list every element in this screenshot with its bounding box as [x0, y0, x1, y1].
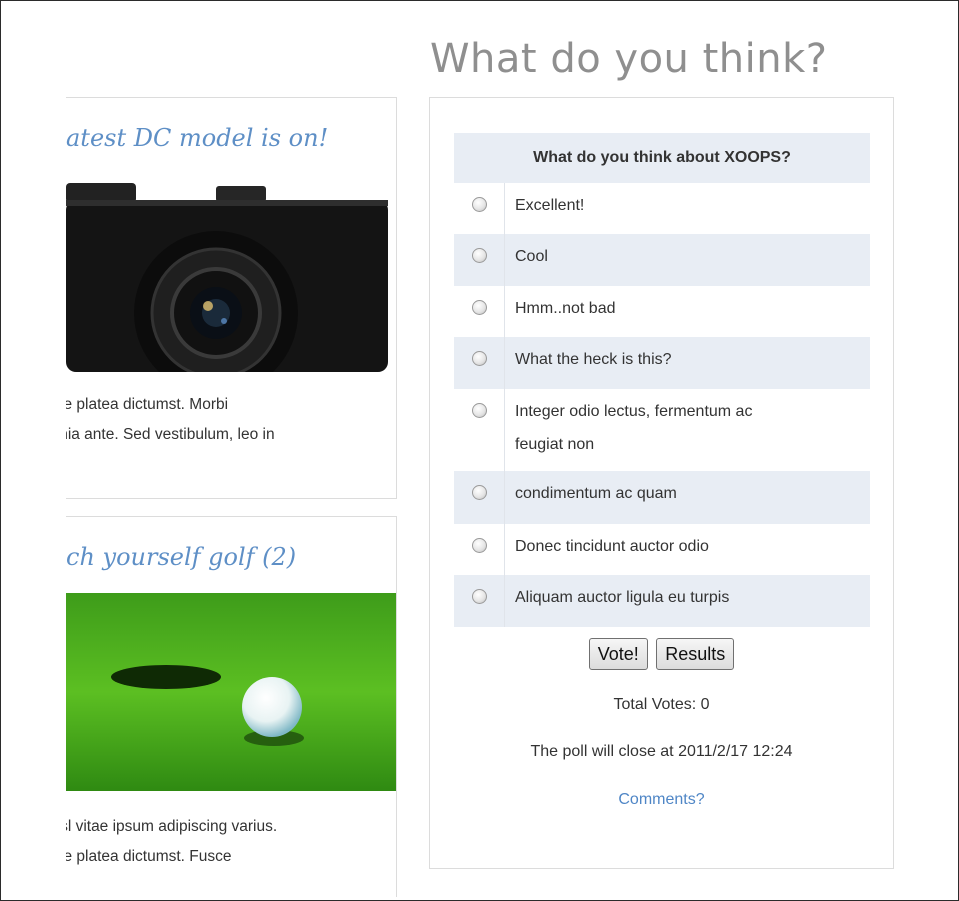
poll-option-label-line[interactable]: Integer odio lectus, fermentum ac [515, 395, 860, 428]
poll-option-label[interactable]: condimentum ac quam [515, 477, 860, 510]
poll-option-label[interactable]: Excellent! [515, 189, 860, 222]
poll-option[interactable]: Aliquam auctor ligula eu turpis [454, 575, 870, 627]
poll-option[interactable]: Integer odio lectus, fermentum ac feugiat… [454, 389, 870, 471]
poll-option-radio[interactable] [471, 248, 487, 263]
poll-option-label-line[interactable]: feugiat non [515, 428, 860, 461]
poll-option[interactable]: Excellent! [454, 183, 870, 234]
poll-option-label[interactable]: What the heck is this? [515, 343, 860, 376]
poll-option[interactable]: What the heck is this? [454, 337, 870, 389]
poll-option-radio[interactable] [471, 351, 487, 366]
article-title-link[interactable]: ch yourself golf (2) [66, 543, 296, 571]
article-card: atest DC model is on! sse platea dictums… [66, 97, 397, 499]
excerpt-line: sse platea dictumst. Fusce [66, 848, 232, 865]
poll-option[interactable]: Cool [454, 234, 870, 286]
poll-table: What do you think about XOOPS? Excellent… [454, 133, 870, 627]
poll-block: What do you think about XOOPS? Excellent… [429, 97, 894, 869]
poll-heading: What do you think? [430, 36, 828, 82]
article-excerpt: sse platea dictumst. Morbi cinia ante. S… [66, 390, 386, 450]
poll-option-label[interactable]: Cool [515, 240, 860, 273]
poll-option-radio[interactable] [471, 589, 487, 604]
poll-option-label[interactable]: Donec tincidunt auctor odio [515, 530, 860, 563]
poll-option-radio[interactable] [471, 538, 487, 553]
poll-question: What do you think about XOOPS? [454, 133, 870, 183]
excerpt-line: nisl vitae ipsum adipiscing varius. [66, 818, 278, 835]
poll-option-label[interactable]: Integer odio lectus, fermentum ac feugiat… [515, 395, 860, 461]
poll-option-radio[interactable] [471, 300, 487, 315]
article-excerpt: nisl vitae ipsum adipiscing varius. sse … [66, 812, 386, 872]
poll-option-radio[interactable] [471, 197, 487, 212]
article-title-link[interactable]: atest DC model is on! [66, 124, 328, 152]
results-button[interactable]: Results [656, 638, 735, 670]
excerpt-line: cinia ante. Sed vestibulum, leo in [66, 426, 275, 443]
comments-link[interactable]: Comments? [430, 791, 893, 809]
article-card: ch yourself golf (2) nisl vitae ipsum ad… [66, 516, 397, 897]
poll-close-date: The poll will close at 2011/2/17 12:24 [530, 743, 793, 760]
vote-button[interactable]: Vote! [588, 638, 648, 670]
poll-option-radio[interactable] [471, 403, 487, 418]
poll-option-radio[interactable] [471, 485, 487, 500]
poll-actions: Vote! Results [430, 638, 893, 670]
total-votes: Total Votes: 0 [613, 696, 710, 713]
poll-option-label[interactable]: Aliquam auctor ligula eu turpis [515, 581, 860, 614]
excerpt-line: sse platea dictumst. Morbi [66, 396, 229, 413]
golf-image[interactable] [66, 593, 396, 791]
poll-option[interactable]: Donec tincidunt auctor odio [454, 524, 870, 575]
camera-image[interactable] [66, 178, 396, 372]
poll-option[interactable]: condimentum ac quam [454, 471, 870, 524]
poll-option[interactable]: Hmm..not bad [454, 286, 870, 337]
poll-option-label[interactable]: Hmm..not bad [515, 292, 860, 325]
